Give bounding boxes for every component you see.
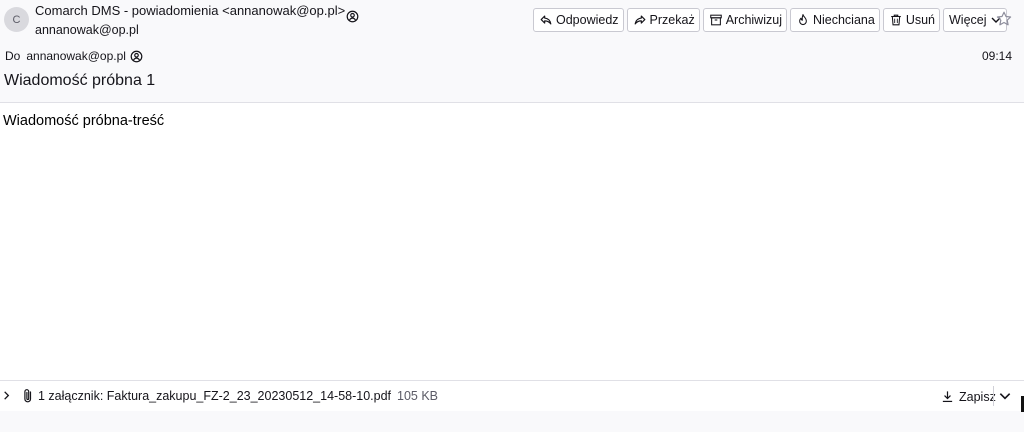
reply-label: Odpowiedz [556, 13, 619, 27]
attachment-bar: 1 załącznik: Faktura_zakupu_FZ-2_23_2023… [0, 380, 1024, 411]
message-toolbar: Odpowiedz Przekaż Archiwizuj Niechciana … [533, 8, 1007, 32]
junk-button[interactable]: Niechciana [789, 8, 880, 32]
message-subject: Wiadomość próbna 1 [4, 72, 156, 89]
sender-address: annanowak@op.pl [35, 23, 139, 37]
message-body: Wiadomość próbna-treść [3, 113, 165, 129]
attachment-summary[interactable]: 1 załącznik: Faktura_zakupu_FZ-2_23_2023… [38, 389, 438, 403]
paperclip-icon [24, 389, 32, 403]
reply-button[interactable]: Odpowiedz [533, 8, 624, 32]
star-icon[interactable] [995, 10, 1013, 28]
save-attachment-button[interactable]: Zapisz [939, 386, 998, 407]
button-divider [993, 386, 994, 406]
forward-icon [634, 15, 645, 25]
message-header: C Comarch DMS - powiadomienia <annanowak… [0, 0, 1024, 103]
save-label: Zapisz [959, 389, 996, 404]
archive-label: Archiwizuj [725, 13, 782, 27]
attachment-size: 105 KB [397, 389, 439, 403]
sender-name[interactable]: Comarch DMS - powiadomienia <annanowak@o… [35, 3, 345, 18]
download-icon [942, 391, 953, 403]
recipient-address[interactable]: annanowak@op.pl [26, 49, 126, 63]
delete-button[interactable]: Usuń [882, 8, 940, 32]
contact-icon[interactable] [130, 50, 143, 63]
sender-avatar: C [4, 7, 29, 32]
recipient-line: Do annanowak@op.pl [5, 49, 126, 63]
footer-strip [0, 411, 1024, 432]
junk-label: Niechciana [812, 13, 875, 27]
trash-icon [891, 14, 901, 26]
archive-icon [709, 14, 722, 26]
to-label: Do [5, 49, 21, 63]
flame-icon [799, 14, 807, 26]
message-time: 09:14 [981, 49, 1012, 63]
delete-label: Usuń [905, 13, 935, 27]
chevron-down-icon[interactable] [998, 389, 1012, 403]
forward-button[interactable]: Przekaż [626, 8, 700, 32]
archive-button[interactable]: Archiwizuj [702, 8, 787, 32]
chevron-right-icon[interactable] [1, 390, 12, 401]
reply-icon [540, 15, 552, 25]
more-label: Więcej [949, 13, 987, 27]
forward-label: Przekaż [649, 13, 695, 27]
contact-icon[interactable] [346, 10, 359, 23]
attachment-name: 1 załącznik: Faktura_zakupu_FZ-2_23_2023… [38, 389, 392, 403]
